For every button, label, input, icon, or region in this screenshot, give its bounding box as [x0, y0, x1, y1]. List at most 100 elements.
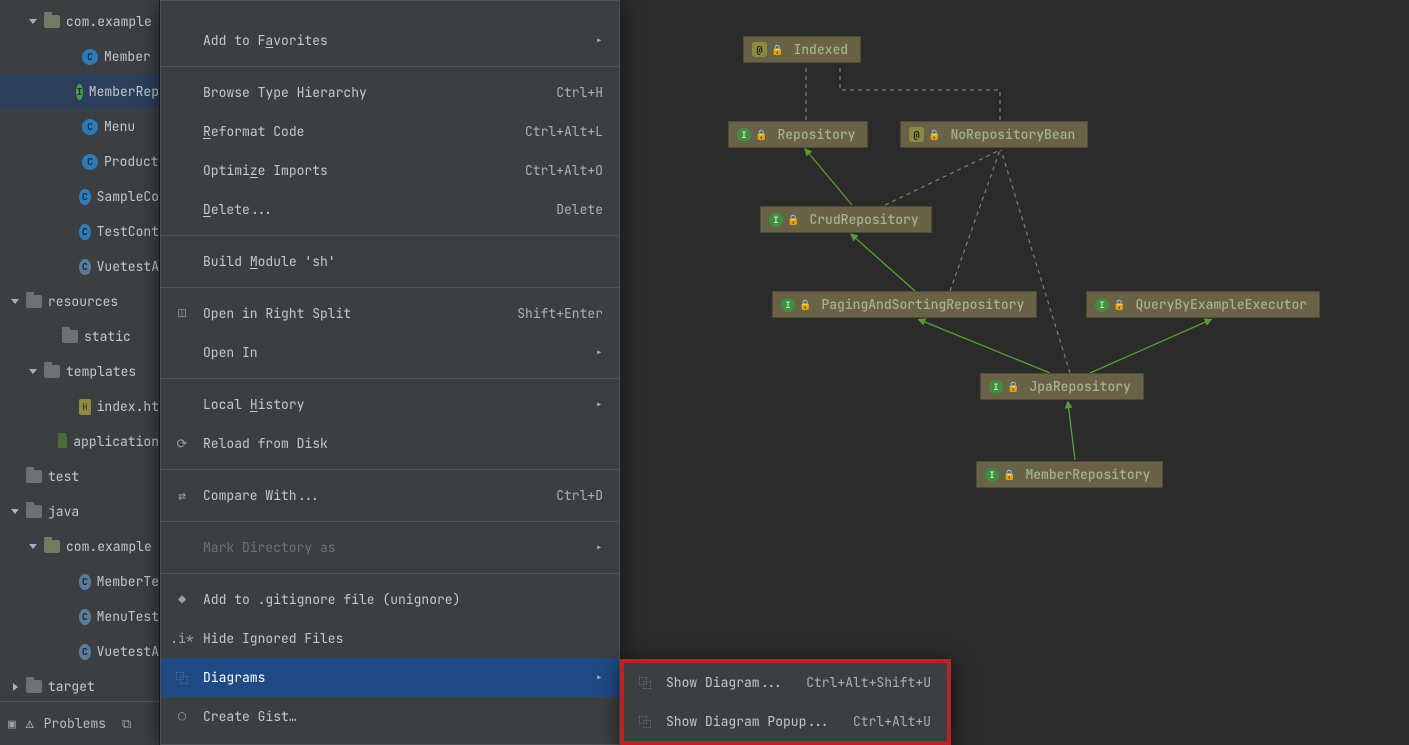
- package-icon: [44, 540, 60, 553]
- interface-icon: I: [769, 213, 783, 227]
- menu-item[interactable]: Add to Favorites ▸: [161, 21, 619, 60]
- tree-row[interactable]: test: [0, 459, 159, 494]
- menu-item-label: Add to .gitignore file (unignore): [203, 591, 603, 608]
- problems-label[interactable]: Problems: [44, 715, 106, 732]
- compare-icon: ⇄: [173, 487, 191, 504]
- node-indexed[interactable]: @🔒 Indexed: [743, 36, 861, 63]
- tree-row[interactable]: IMemberRep: [0, 74, 159, 109]
- project-tree[interactable]: com.exampleCMemberIMemberRepCMenuCProduc…: [0, 0, 160, 745]
- class-icon: C: [82, 154, 98, 170]
- menu-separator: [161, 521, 619, 522]
- menu-separator: [161, 573, 619, 574]
- node-label: PagingAndSortingRepository: [821, 296, 1024, 313]
- diagram-canvas[interactable]: @🔒 Indexed I🔒 Repository @🔒 NoRepository…: [620, 0, 1409, 745]
- menu-item[interactable]: Browse Type HierarchyCtrl+H: [161, 73, 619, 112]
- diagram-icon: ⿻: [636, 673, 654, 692]
- status-bar[interactable]: ▣ ⚠ Problems ⧉: [0, 701, 159, 745]
- tree-row[interactable]: CTestCont: [0, 214, 159, 249]
- tree-item-label: MemberRep: [89, 83, 159, 100]
- expand-icon[interactable]: [10, 507, 20, 517]
- tree-row[interactable]: CMemberTe: [0, 564, 159, 599]
- split-icon: ◫: [173, 305, 191, 322]
- interface-icon: I: [985, 468, 999, 482]
- warning-icon: ⚠: [26, 715, 34, 732]
- menu-item-label: Add to Favorites: [203, 32, 583, 49]
- tree-row[interactable]: resources: [0, 284, 159, 319]
- menu-separator: [161, 287, 619, 288]
- menu-item-label: Local History: [203, 396, 583, 413]
- expand-icon[interactable]: [10, 682, 20, 692]
- menu-shortcut: Shift+Enter: [517, 305, 603, 322]
- menu-item-label: Open In: [203, 344, 583, 361]
- tree-item-label: MenuTest: [97, 608, 159, 625]
- tree-row[interactable]: CMenuTest: [0, 599, 159, 634]
- menu-separator: [161, 469, 619, 470]
- tree-row[interactable]: com.example: [0, 4, 159, 39]
- diagram-icon: ⿻: [636, 712, 654, 731]
- tree-row[interactable]: templates: [0, 354, 159, 389]
- terminal-icon[interactable]: ⧉: [122, 715, 131, 732]
- menu-item[interactable]: ◯Create Gist…: [161, 697, 619, 736]
- tree-row[interactable]: target: [0, 669, 159, 704]
- terminal-icon[interactable]: ▣: [8, 715, 16, 732]
- tree-item-label: target: [48, 678, 95, 695]
- menu-item[interactable]: ⿻Diagrams▸: [161, 658, 619, 697]
- expand-icon[interactable]: [28, 17, 38, 27]
- expand-icon[interactable]: [28, 542, 38, 552]
- menu-item-label: Mark Directory as: [203, 539, 583, 556]
- submenu-arrow-icon: ▸: [595, 669, 603, 686]
- class-run-icon: C: [79, 574, 90, 590]
- tree-row[interactable]: CSampleCo: [0, 179, 159, 214]
- expand-icon[interactable]: [28, 367, 38, 377]
- interface-icon: I: [989, 380, 1003, 394]
- tree-item-label: SampleCo: [97, 188, 159, 205]
- submenu-item[interactable]: ⿻Show Diagram...Ctrl+Alt+Shift+U: [624, 663, 947, 702]
- tree-row[interactable]: CMenu: [0, 109, 159, 144]
- node-label: NoRepositoryBean: [950, 126, 1075, 143]
- tree-row[interactable]: CVuetestA: [0, 249, 159, 284]
- menu-item[interactable]: Open In▸: [161, 333, 619, 372]
- folder-icon: [26, 295, 42, 308]
- node-jparepository[interactable]: I🔒 JpaRepository: [980, 373, 1144, 400]
- menu-item[interactable]: Delete...Delete: [161, 190, 619, 229]
- tree-item-label: VuetestA: [97, 258, 159, 275]
- diagrams-submenu[interactable]: ⿻Show Diagram...Ctrl+Alt+Shift+U⿻Show Di…: [620, 659, 951, 745]
- menu-item-label: Build Module 'sh': [203, 253, 603, 270]
- node-querybyexample[interactable]: I🔒 QueryByExampleExecutor: [1086, 291, 1320, 318]
- tree-item-label: application: [73, 433, 159, 450]
- menu-item[interactable]: ◫Open in Right SplitShift+Enter: [161, 294, 619, 333]
- node-norepositorybean[interactable]: @🔒 NoRepositoryBean: [900, 121, 1088, 148]
- submenu-arrow-icon: ▸: [595, 32, 603, 49]
- tree-row[interactable]: CProduct: [0, 144, 159, 179]
- menu-item[interactable]: Build Module 'sh': [161, 242, 619, 281]
- tree-item-label: VuetestA: [97, 643, 159, 660]
- tree-row[interactable]: Hindex.ht: [0, 389, 159, 424]
- context-menu[interactable]: Add to Favorites ▸ Browse Type HierarchyCt…: [160, 0, 620, 745]
- node-memberrepository[interactable]: I🔒 MemberRepository: [976, 461, 1163, 488]
- tree-row[interactable]: static: [0, 319, 159, 354]
- tree-item-label: Member: [104, 48, 151, 65]
- node-crudrepository[interactable]: I🔒 CrudRepository: [760, 206, 932, 233]
- menu-item[interactable]: .i*Hide Ignored Files: [161, 619, 619, 658]
- tree-row[interactable]: java: [0, 494, 159, 529]
- lock-icon: 🔒: [771, 43, 783, 56]
- expand-icon[interactable]: [10, 297, 20, 307]
- submenu-item[interactable]: ⿻Show Diagram Popup...Ctrl+Alt+U: [624, 702, 947, 741]
- menu-item[interactable]: ◆Add to .gitignore file (unignore): [161, 580, 619, 619]
- node-pagingandsorting[interactable]: I🔒 PagingAndSortingRepository: [772, 291, 1037, 318]
- menu-item[interactable]: Reformat CodeCtrl+Alt+L: [161, 112, 619, 151]
- lock-icon: 🔒: [928, 128, 940, 141]
- tree-row[interactable]: CMember: [0, 39, 159, 74]
- tree-row[interactable]: CVuetestA: [0, 634, 159, 669]
- node-repository[interactable]: I🔒 Repository: [728, 121, 868, 148]
- menu-shortcut: Ctrl+D: [556, 487, 603, 504]
- menu-item[interactable]: ⇄Compare With...Ctrl+D: [161, 476, 619, 515]
- menu-item[interactable]: Local History▸: [161, 385, 619, 424]
- lock-icon: 🔒: [755, 128, 767, 141]
- tree-row[interactable]: application: [0, 424, 159, 459]
- menu-item[interactable]: Optimize ImportsCtrl+Alt+O: [161, 151, 619, 190]
- folder-icon: [26, 470, 42, 483]
- tree-row[interactable]: com.example: [0, 529, 159, 564]
- submenu-item-label: Show Diagram...: [666, 674, 794, 691]
- menu-item[interactable]: ⟳Reload from Disk: [161, 424, 619, 463]
